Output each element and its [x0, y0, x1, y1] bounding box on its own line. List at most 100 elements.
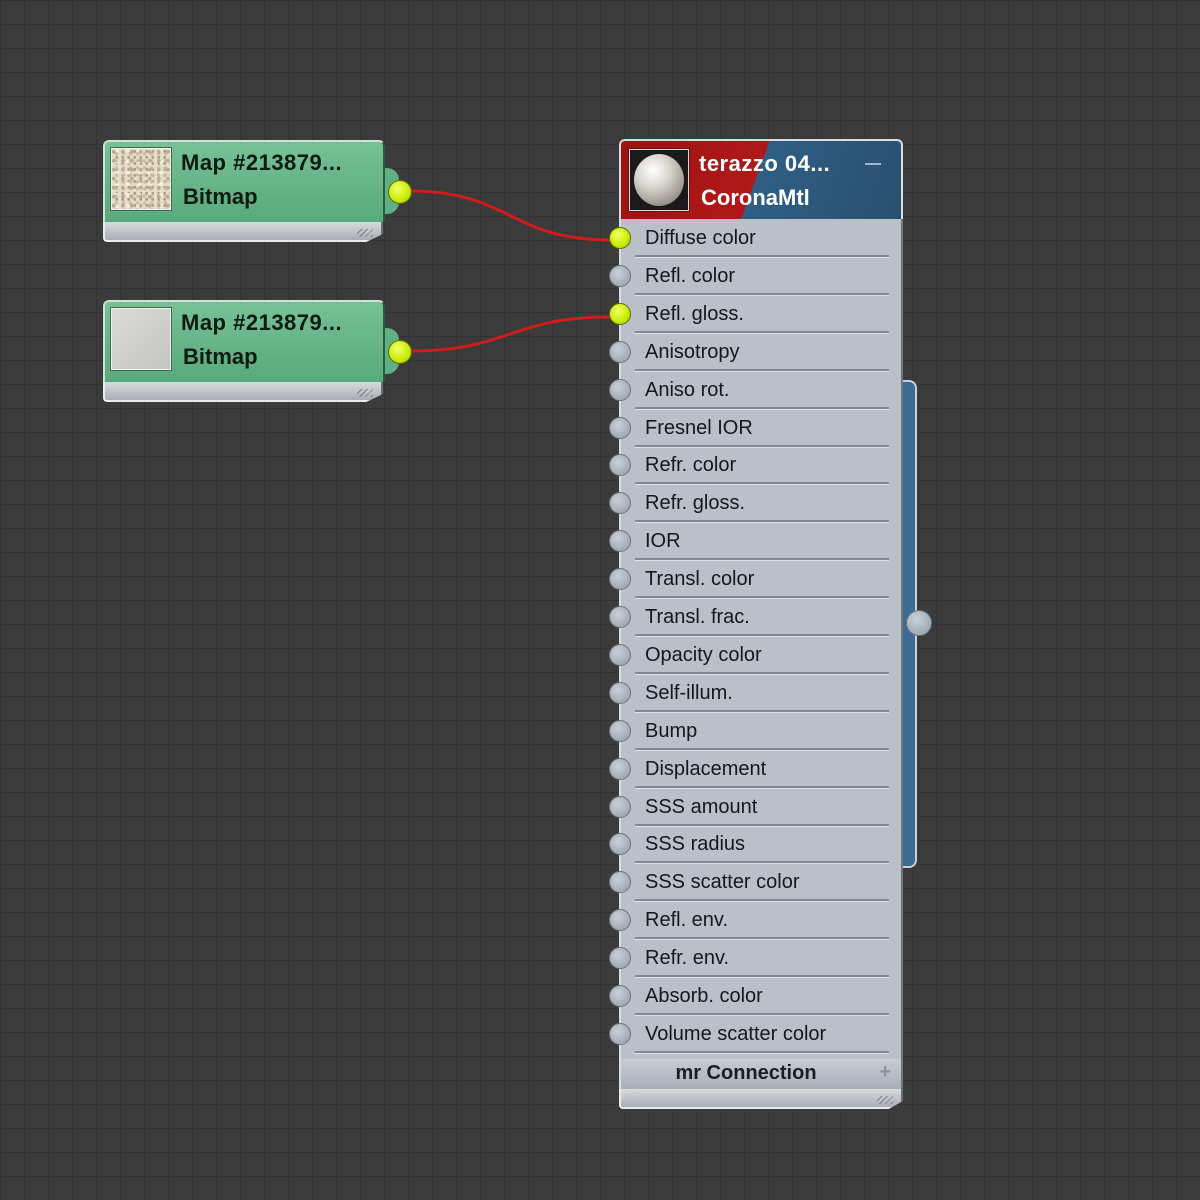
material-output-port[interactable]	[906, 610, 932, 636]
slot-row[interactable]: Bump	[609, 712, 893, 750]
resize-grip-icon[interactable]	[357, 389, 373, 397]
node-editor-canvas[interactable]: Map #213879... Bitmap Map #213879... Bit…	[0, 0, 1200, 1200]
wire-map1-diffuse[interactable]	[409, 189, 611, 242]
input-port[interactable]	[609, 302, 631, 325]
slot-row[interactable]: Displacement	[609, 750, 893, 788]
slot-row[interactable]: Refr. env.	[609, 939, 893, 978]
wire-map2-refl-gloss[interactable]	[409, 315, 611, 353]
terrazzo-thumbnail	[111, 148, 171, 210]
input-port[interactable]	[609, 416, 631, 439]
slot-label: Bump	[645, 719, 698, 742]
input-port[interactable]	[609, 795, 631, 818]
corona-material-node[interactable]: terazzo 04... CoronaMtl Diffuse color Ref…	[609, 139, 932, 1109]
input-port[interactable]	[609, 227, 631, 249]
input-port[interactable]	[609, 264, 631, 287]
slot-label: Fresnel IOR	[645, 416, 753, 439]
slot-label: Diffuse color	[645, 227, 756, 249]
slot-row[interactable]: Self-illum.	[609, 674, 893, 712]
input-port[interactable]	[609, 340, 631, 363]
input-port[interactable]	[609, 985, 631, 1007]
slot-label: SSS radius	[645, 833, 746, 856]
slot-row[interactable]: Refr. gloss.	[609, 484, 893, 523]
slot-row[interactable]: Transl. frac.	[609, 598, 893, 636]
node-footer	[103, 382, 383, 402]
slot-label: Opacity color	[645, 643, 762, 666]
slot-row[interactable]: Fresnel IOR	[609, 409, 893, 447]
slot-row[interactable]: Absorb. color	[609, 977, 893, 1015]
slot-label: Refr. color	[645, 454, 737, 477]
plus-icon[interactable]: +	[879, 1061, 891, 1084]
node-header[interactable]: Map #213879... Bitmap	[103, 300, 385, 382]
slot-label: SSS amount	[645, 795, 758, 818]
node-footer	[103, 222, 383, 242]
slot-label: Aniso rot.	[645, 378, 730, 401]
rollout-label: mr Connection	[675, 1062, 817, 1084]
slot-label: Refr. gloss.	[645, 492, 746, 515]
output-port[interactable]	[388, 340, 412, 364]
node-type: Bitmap	[183, 184, 258, 209]
slot-label: Anisotropy	[645, 340, 740, 363]
slot-label: Refl. gloss.	[645, 302, 744, 325]
input-port[interactable]	[609, 378, 631, 401]
node-type: CoronaMtl	[701, 185, 810, 210]
node-type: Bitmap	[183, 344, 258, 369]
slot-label: Displacement	[645, 757, 767, 780]
slot-row[interactable]: Refr. color	[609, 446, 893, 485]
input-port[interactable]	[609, 568, 631, 591]
slot-label: Self-illum.	[645, 681, 733, 704]
slot-label: Absorb. color	[645, 985, 763, 1007]
slot-row[interactable]: Diffuse color	[609, 219, 893, 257]
grey-thumbnail	[111, 308, 171, 370]
slot-row[interactable]: IOR	[609, 522, 893, 561]
slot-label: SSS scatter color	[645, 871, 800, 894]
bitmap-node-2[interactable]: Map #213879... Bitmap	[103, 300, 412, 402]
input-port[interactable]	[609, 492, 631, 515]
slot-row[interactable]: Opacity color	[609, 636, 893, 674]
slot-label: Refl. color	[645, 264, 736, 287]
slot-label: Volume scatter color	[645, 1022, 827, 1045]
input-port[interactable]	[609, 1022, 631, 1045]
output-port[interactable]	[388, 180, 412, 204]
node-title: Map #213879...	[181, 150, 343, 175]
minimize-icon[interactable]	[865, 163, 881, 165]
slot-row[interactable]: Refl. gloss.	[609, 295, 893, 333]
slot-row[interactable]: Refl. color	[609, 257, 893, 295]
slot-row[interactable]: SSS amount	[609, 788, 893, 826]
input-port[interactable]	[609, 530, 631, 553]
node-footer	[619, 1089, 903, 1109]
slot-row[interactable]: Anisotropy	[609, 333, 893, 371]
slot-label: Transl. frac.	[645, 606, 750, 628]
input-port[interactable]	[609, 681, 631, 704]
node-title: Map #213879...	[181, 310, 343, 335]
resize-grip-icon[interactable]	[877, 1096, 893, 1104]
sphere-preview-icon	[634, 154, 684, 206]
input-port[interactable]	[609, 871, 631, 894]
slot-divider	[635, 1050, 889, 1053]
input-port[interactable]	[609, 757, 631, 780]
slot-row[interactable]: SSS scatter color	[609, 863, 893, 902]
slot-label: Refl. env.	[645, 909, 728, 932]
slot-row[interactable]: Volume scatter color	[609, 1015, 893, 1053]
slot-label: Transl. color	[645, 568, 755, 591]
input-port[interactable]	[609, 909, 631, 932]
material-preview	[629, 149, 689, 211]
node-header[interactable]: Map #213879... Bitmap	[103, 140, 385, 222]
rollout-mr-connection[interactable]: mr Connection +	[619, 1059, 903, 1089]
slot-row[interactable]: SSS radius	[609, 825, 893, 864]
input-port[interactable]	[609, 947, 631, 970]
slot-row[interactable]: Transl. color	[609, 560, 893, 599]
input-port[interactable]	[609, 606, 631, 628]
node-header[interactable]: terazzo 04... CoronaMtl	[619, 139, 903, 221]
slot-label: Refr. env.	[645, 947, 730, 970]
input-port[interactable]	[609, 643, 631, 666]
input-port[interactable]	[609, 833, 631, 856]
slot-row[interactable]: Aniso rot.	[609, 371, 893, 409]
bitmap-node-1[interactable]: Map #213879... Bitmap	[103, 140, 412, 242]
slot-list: Diffuse color Refl. color Refl. gloss. Anis…	[609, 219, 903, 1059]
input-port[interactable]	[609, 719, 631, 742]
input-port[interactable]	[609, 454, 631, 477]
resize-grip-icon[interactable]	[357, 229, 373, 237]
slot-label: IOR	[645, 530, 681, 553]
slot-row[interactable]: Refl. env.	[609, 901, 893, 940]
node-title: terazzo 04...	[699, 151, 831, 176]
